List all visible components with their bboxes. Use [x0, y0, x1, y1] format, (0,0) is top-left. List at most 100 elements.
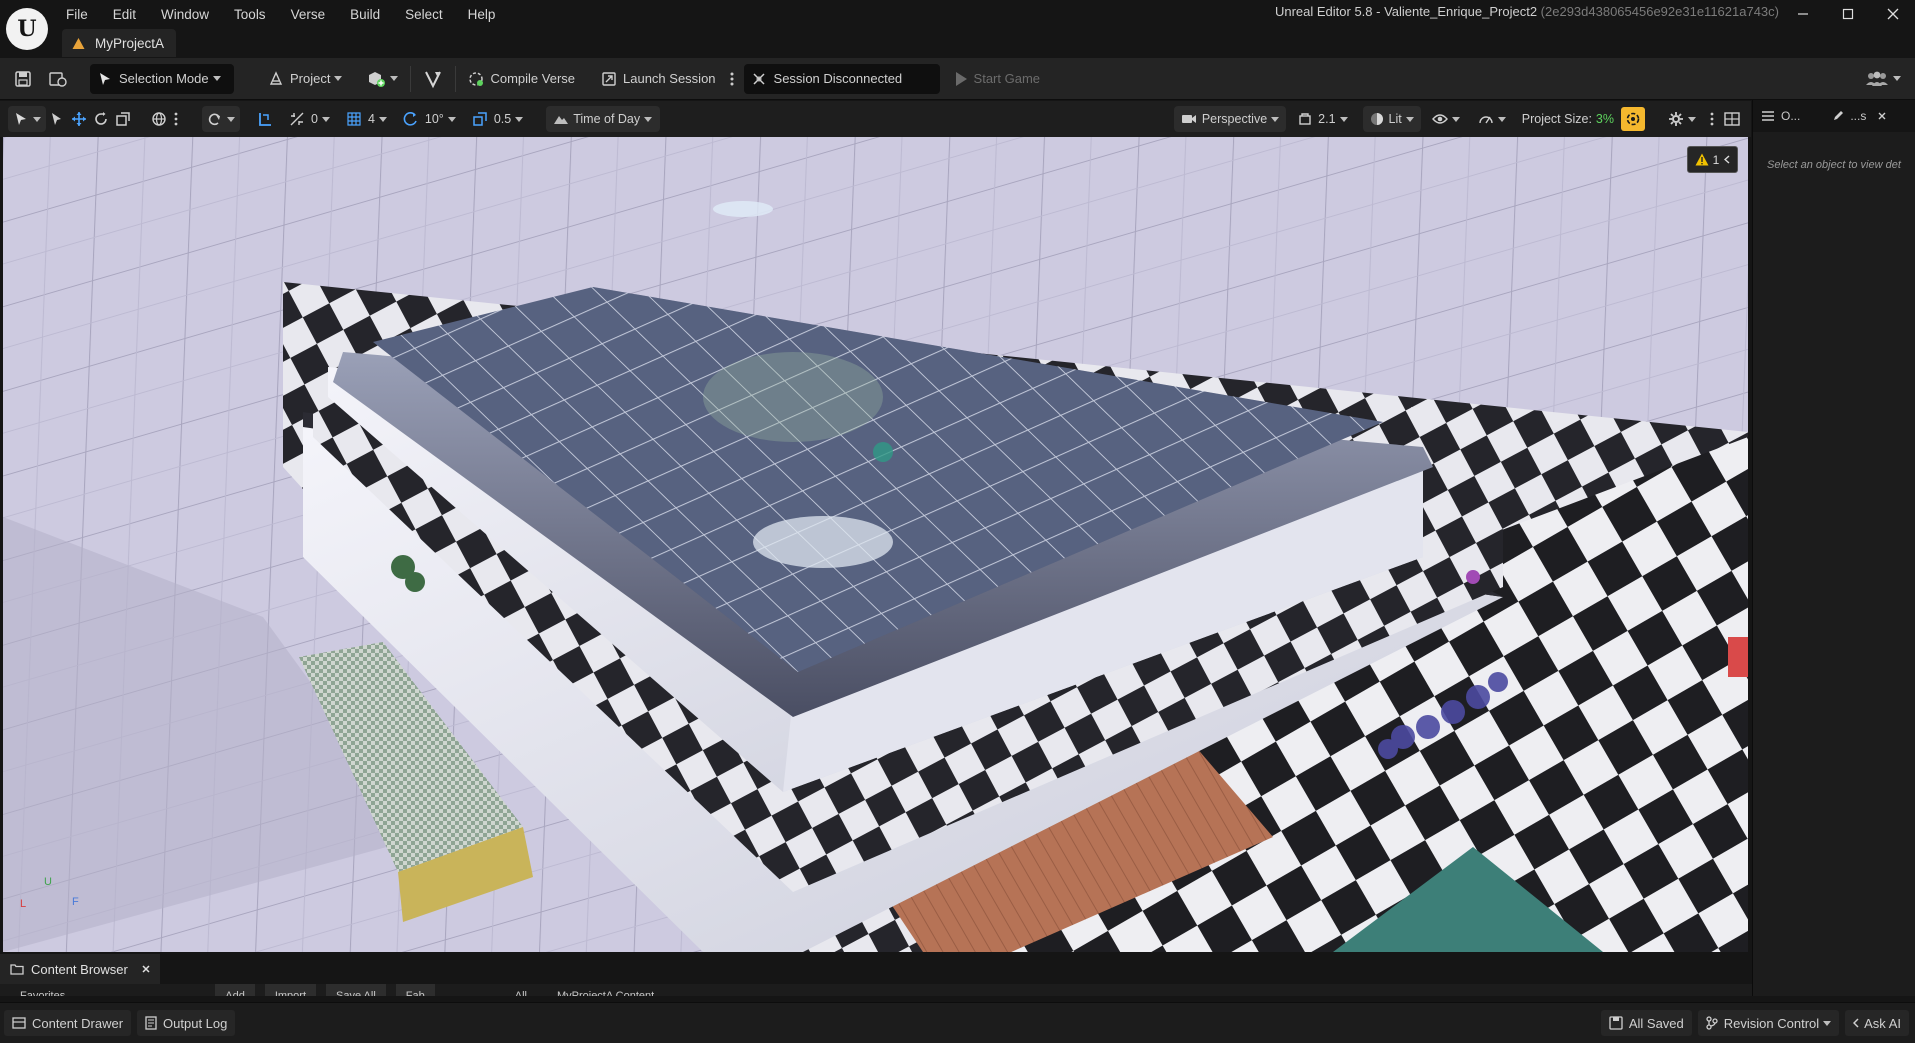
camera-speed-dropdown[interactable]: 2.1	[1292, 106, 1352, 132]
compile-verse-button[interactable]: Compile Verse	[460, 64, 583, 94]
start-game-button[interactable]: Start Game	[946, 64, 1048, 94]
realtime-toggle[interactable]	[1621, 107, 1645, 131]
chevron-down-icon	[1405, 116, 1414, 122]
menu-verse[interactable]: Verse	[291, 7, 326, 22]
title-bar: U File Edit Window Tools Verse Build Sel…	[0, 0, 1915, 58]
scene-render	[3, 137, 1748, 952]
rotation-snap-dropdown[interactable]	[202, 106, 240, 132]
outliner-icon	[1761, 110, 1775, 122]
main-toolbar: Selection Mode Project Compile Verse Lau…	[0, 58, 1915, 100]
menu-edit[interactable]: Edit	[113, 7, 136, 22]
status-bar: Content Drawer Output Log All Saved Revi…	[0, 1002, 1915, 1043]
import-button[interactable]: Import	[264, 984, 317, 996]
select-tool-icon	[13, 111, 29, 127]
maximize-button[interactable]	[1825, 0, 1870, 28]
viewport-options-button[interactable]	[1705, 106, 1719, 132]
breadcrumb-content[interactable]: MyProjectA Content	[557, 984, 654, 996]
axis-label-z: U	[44, 876, 52, 888]
scale-snap-value: 0.5	[493, 112, 512, 126]
grid-snap-dropdown[interactable]: 4	[341, 106, 392, 132]
ask-ai-button[interactable]: Ask AI	[1845, 1010, 1909, 1036]
view-mode-dropdown[interactable]: Lit	[1362, 106, 1421, 132]
surface-snap-button[interactable]	[252, 106, 278, 132]
tab-details[interactable]: ...s	[1826, 100, 1872, 132]
toolbar-separator	[455, 65, 457, 92]
scale-snap-icon	[472, 111, 488, 127]
document-tab[interactable]: MyProjectA	[62, 29, 177, 57]
viewport-layout-button[interactable]	[1719, 106, 1745, 132]
save-button[interactable]	[6, 64, 40, 94]
tab-outliner[interactable]: O...	[1753, 100, 1806, 132]
world-local-toggle[interactable]	[148, 106, 170, 132]
more-options-button[interactable]	[724, 64, 740, 94]
window-controls	[1780, 0, 1915, 28]
fab-button[interactable]: Fab	[395, 984, 435, 996]
chevron-down-icon	[515, 116, 524, 122]
menu-tools[interactable]: Tools	[234, 7, 266, 22]
scale-snap-dropdown[interactable]: 0.5	[467, 106, 528, 132]
breadcrumb-all[interactable]: All	[515, 984, 527, 996]
warning-icon	[1695, 153, 1709, 166]
output-log-button[interactable]: Output Log	[137, 1010, 236, 1036]
close-tab-icon[interactable]	[1878, 112, 1886, 120]
show-flags-dropdown[interactable]	[1427, 106, 1465, 132]
select-mode-button[interactable]	[46, 106, 68, 132]
globe-icon	[151, 111, 167, 127]
window-title: Unreal Editor 5.8 - Valiente_Enrique_Pro…	[1274, 4, 1779, 19]
close-icon[interactable]	[142, 965, 150, 973]
session-status[interactable]: Session Disconnected	[743, 63, 940, 94]
kebab-menu-icon	[174, 112, 178, 126]
close-button[interactable]	[1870, 0, 1915, 28]
content-browser-tab[interactable]: Content Browser	[0, 954, 160, 984]
tab-outliner-label: O...	[1781, 109, 1801, 123]
content-browser-panel: Content Browser Favorites Add Import Sav…	[0, 954, 1752, 996]
menu-build[interactable]: Build	[350, 7, 380, 22]
rotation-snap-value-dropdown[interactable]: 10°	[398, 106, 461, 132]
save-all-button[interactable]: Save All	[326, 984, 386, 996]
transform-tools-dropdown[interactable]	[8, 106, 46, 132]
revision-control-label: Revision Control	[1723, 1015, 1820, 1031]
transform-options-button[interactable]	[170, 106, 182, 132]
compile-icon	[468, 71, 484, 87]
all-saved-indicator[interactable]: All Saved	[1600, 1010, 1692, 1036]
add-button[interactable]: Add	[215, 984, 255, 996]
chevron-down-icon	[644, 116, 653, 122]
rotate-tool-button[interactable]	[90, 106, 112, 132]
performance-dropdown[interactable]	[1473, 106, 1511, 132]
time-of-day-label: Time of Day	[573, 112, 641, 126]
location-snap-dropdown[interactable]: 0	[284, 106, 335, 132]
grid-value: 4	[367, 112, 375, 126]
revision-control-dropdown[interactable]: Revision Control	[1697, 1010, 1840, 1036]
add-content-dropdown[interactable]	[358, 64, 406, 94]
verse-button[interactable]	[415, 64, 451, 94]
chevron-down-icon	[1451, 116, 1460, 122]
rotation-value: 0	[311, 112, 318, 126]
translate-tool-button[interactable]	[68, 106, 90, 132]
realtime-icon	[1625, 111, 1641, 127]
content-drawer-button[interactable]: Content Drawer	[4, 1010, 132, 1036]
gear-icon	[1668, 111, 1684, 127]
launch-session-button[interactable]: Launch Session	[593, 64, 724, 94]
menu-file[interactable]: File	[66, 7, 88, 22]
viewport-settings-dropdown[interactable]	[1663, 106, 1701, 132]
axis-label-x: L	[20, 898, 27, 910]
menu-select[interactable]: Select	[405, 7, 443, 22]
minimize-button[interactable]	[1780, 0, 1825, 28]
project-dropdown[interactable]: Project	[260, 64, 350, 94]
menu-window[interactable]: Window	[161, 7, 209, 22]
warnings-badge[interactable]: 1	[1687, 146, 1738, 173]
perspective-dropdown[interactable]: Perspective	[1173, 106, 1287, 132]
selection-mode-dropdown[interactable]: Selection Mode	[90, 63, 234, 94]
lit-sphere-icon	[1370, 112, 1384, 126]
unreal-logo[interactable]: U	[6, 8, 48, 50]
favorites-label[interactable]: Favorites	[20, 984, 65, 996]
level-viewport[interactable]: U L F	[3, 137, 1748, 952]
collaboration-dropdown[interactable]	[1857, 64, 1909, 94]
time-of-day-dropdown[interactable]: Time of Day	[546, 106, 661, 132]
branch-icon	[1706, 1016, 1718, 1030]
scale-tool-button[interactable]	[112, 106, 134, 132]
content-browser-tab-label: Content Browser	[31, 961, 128, 977]
menu-help[interactable]: Help	[468, 7, 496, 22]
source-control-button[interactable]	[40, 64, 76, 94]
lit-label: Lit	[1388, 112, 1402, 126]
